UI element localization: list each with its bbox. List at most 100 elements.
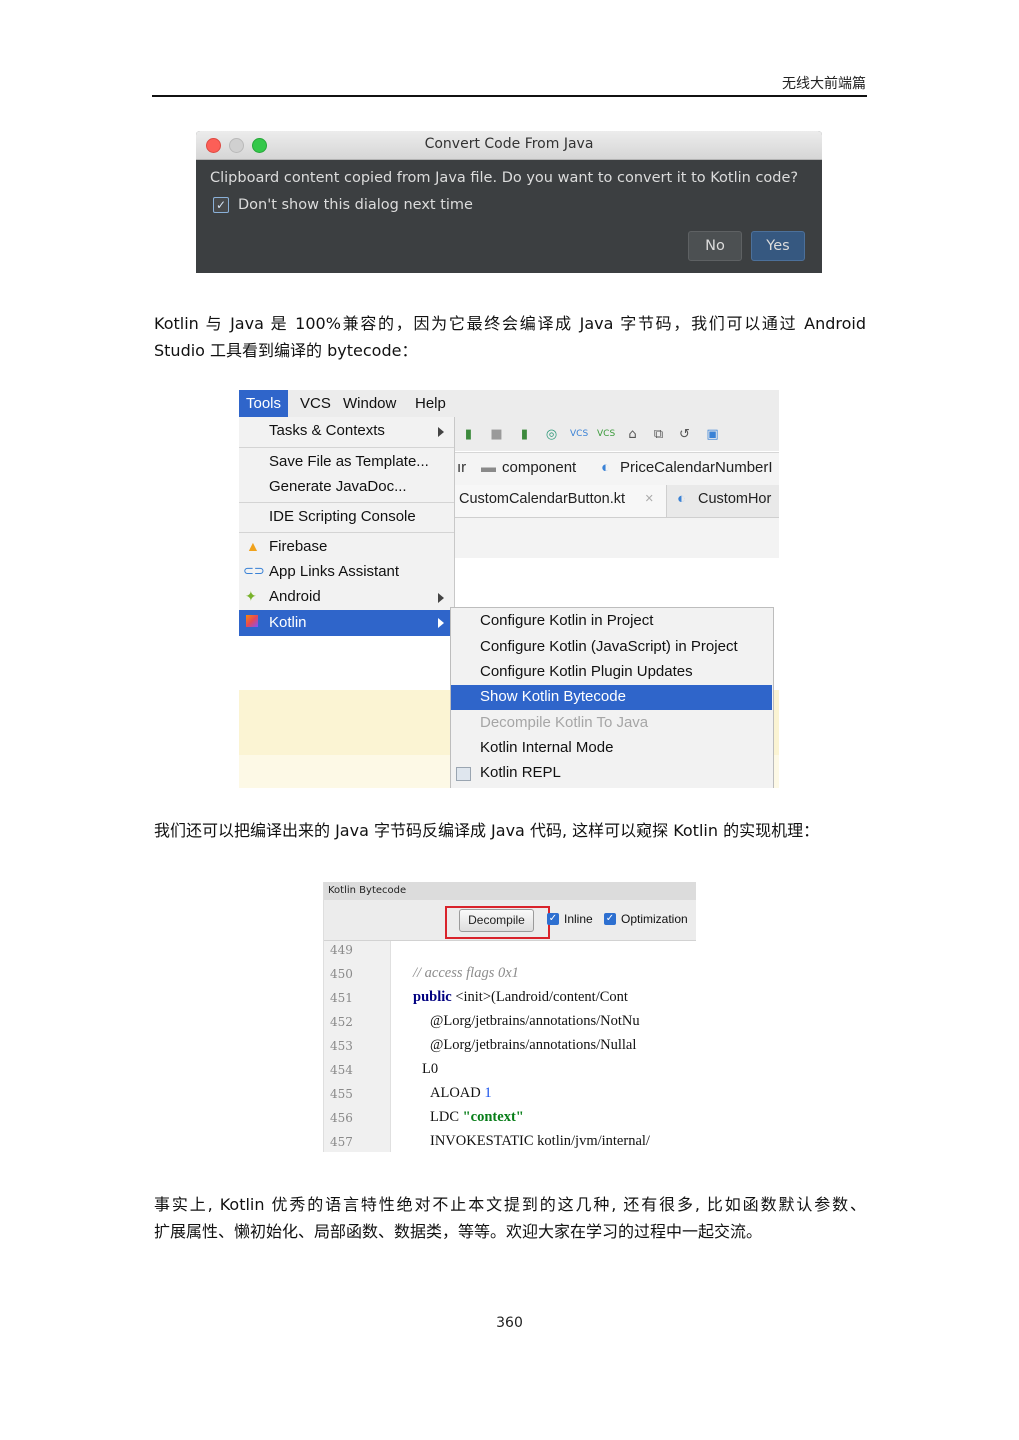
bytecode-panel-title: Kotlin Bytecode [324, 882, 696, 900]
paragraph-3-line-1: 事实上, Kotlin 优秀的语言特性绝对不止本文提到的这几种, 还有很多, 比… [154, 1195, 866, 1214]
submenu-arrow-icon [438, 593, 444, 603]
paragraph-2: 我们还可以把编译出来的 Java 字节码反编译成 Java 代码, 这样可以窥探… [154, 821, 820, 840]
menu-separator [239, 502, 454, 503]
page-number: 360 [496, 1315, 523, 1331]
optimization-label: Optimization [621, 912, 688, 926]
menu-tools[interactable]: Tools [239, 390, 289, 417]
dialog-title-bar: Convert Code From Java [196, 131, 822, 160]
menu-item-app-links-assistant[interactable]: App Links Assistant [269, 563, 399, 580]
breadcrumb-item[interactable]: ır [457, 459, 466, 476]
optimization-checkbox[interactable]: ✓ [604, 913, 616, 925]
submenu-kotlin-repl[interactable]: Kotlin REPL [480, 764, 561, 781]
dialog-title: Convert Code From Java [424, 136, 594, 152]
line-number-gutter: 449 450 451 452 453 454 455 456 457 [324, 941, 391, 1152]
editor-tab[interactable]: CustomCalendarButton.kt × [455, 485, 667, 517]
navigation-breadcrumb: ır ▬ component ◐ PriceCalendarNumberI [455, 452, 779, 486]
page-header-title: 无线大前端篇 [782, 76, 866, 92]
yes-button[interactable]: Yes [751, 231, 805, 261]
menu-item-kotlin[interactable]: Kotlin [239, 610, 454, 636]
line-number: 455 [330, 1087, 353, 1101]
code-line: ALOAD 1 [430, 1085, 492, 1102]
tab-label[interactable]: CustomHor [698, 491, 771, 507]
paragraph-1-line-1: Kotlin 与 Java 是 100%兼容的，因为它最终会编译成 Java 字… [154, 314, 866, 333]
line-number: 457 [330, 1135, 353, 1149]
firebase-icon: ▲ [246, 538, 260, 554]
class-icon: ◐ [601, 459, 611, 476]
submenu-internal-mode[interactable]: Kotlin Internal Mode [480, 739, 613, 756]
submenu-plugin-updates[interactable]: Configure Kotlin Plugin Updates [480, 663, 693, 680]
code-string: "context" [462, 1109, 524, 1125]
menu-item-ide-scripting-console[interactable]: IDE Scripting Console [269, 508, 416, 525]
vcs-commit-icon[interactable]: VCS [597, 427, 615, 442]
submenu-arrow-icon [438, 427, 444, 437]
line-number: 454 [330, 1063, 353, 1077]
breadcrumb-item[interactable]: component [502, 459, 576, 476]
repl-icon [456, 767, 471, 781]
project-structure-icon[interactable]: ▣ [705, 427, 720, 442]
submenu-arrow-icon [438, 618, 444, 628]
convert-code-dialog: Convert Code From Java Clipboard content… [196, 131, 822, 273]
history-icon[interactable]: ⌂ [625, 427, 640, 442]
no-button[interactable]: No [688, 231, 742, 261]
menu-separator [239, 447, 454, 448]
line-number: 453 [330, 1039, 353, 1053]
run-coverage-icon[interactable]: ▮ [517, 427, 532, 442]
code-line: public <init>(Landroid/content/Cont [413, 989, 628, 1006]
stop-icon[interactable]: ■ [489, 427, 504, 442]
dont-show-checkbox[interactable]: ✓ [213, 197, 229, 213]
submenu-configure-kotlin-js[interactable]: Configure Kotlin (JavaScript) in Project [480, 638, 738, 655]
menu-vcs[interactable]: VCS [300, 395, 331, 412]
paragraph-1-line-2: Studio 工具看到编译的 bytecode： [154, 341, 418, 360]
submenu-decompile-kotlin: Decompile Kotlin To Java [480, 714, 649, 731]
line-number: 456 [330, 1111, 353, 1125]
revert-icon[interactable]: ↺ [677, 427, 692, 442]
close-icon[interactable]: × [645, 491, 653, 507]
menu-item-tasks-contexts[interactable]: Tasks & Contexts [269, 422, 385, 439]
paragraph-3-line-2: 扩展属性、懒初始化、局部函数、数据类，等等。欢迎大家在学习的过程中一起交流。 [154, 1222, 763, 1241]
code-text: LDC [430, 1109, 463, 1125]
code-keyword: public [413, 989, 452, 1005]
breadcrumb-item[interactable]: PriceCalendarNumberI [620, 459, 773, 476]
line-number: 449 [330, 943, 353, 957]
dont-show-label: Don't show this dialog next time [238, 197, 473, 213]
menu-bar: Tools VCS Window Help [239, 390, 779, 418]
link-icon: ⊂⊃ [243, 563, 265, 578]
code-line: LDC "context" [430, 1109, 524, 1126]
code-line: L0 [422, 1061, 439, 1077]
compare-icon[interactable]: ⧉ [651, 427, 666, 442]
editor-tabs: CustomCalendarButton.kt × ◐ CustomHor [455, 485, 779, 518]
folder-icon: ▬ [481, 459, 496, 476]
kotlin-submenu: Configure Kotlin in Project Configure Ko… [450, 607, 774, 788]
menu-separator [239, 532, 454, 533]
tab-label: CustomCalendarButton.kt [459, 491, 626, 507]
menu-item-android[interactable]: Android [269, 588, 321, 605]
submenu-show-kotlin-bytecode[interactable]: Show Kotlin Bytecode [451, 685, 772, 710]
submenu-configure-kotlin[interactable]: Configure Kotlin in Project [480, 612, 653, 629]
vcs-update-icon[interactable]: VCS [570, 427, 588, 442]
android-icon: ✦ [245, 588, 257, 604]
menu-window[interactable]: Window [343, 395, 396, 412]
dialog-message: Clipboard content copied from Java file.… [210, 170, 799, 186]
editor-gutter-area [455, 518, 779, 558]
ide-tools-menu-screenshot: Tools VCS Window Help Tasks & Contexts S… [239, 390, 779, 788]
code-number: 1 [484, 1085, 492, 1101]
code-comment: // access flags 0x1 [413, 965, 519, 981]
menu-item-kotlin-label: Kotlin [269, 614, 307, 631]
inline-checkbox[interactable]: ✓ [547, 913, 559, 925]
submenu-show-kotlin-bytecode-label: Show Kotlin Bytecode [480, 688, 626, 705]
menu-item-generate-javadoc[interactable]: Generate JavaDoc... [269, 478, 407, 495]
menu-help[interactable]: Help [415, 395, 446, 412]
line-number: 451 [330, 991, 353, 1005]
line-number: 450 [330, 967, 353, 981]
menu-item-firebase[interactable]: Firebase [269, 538, 327, 555]
code-text: ALOAD [430, 1085, 485, 1101]
line-number: 452 [330, 1015, 353, 1029]
menu-item-save-template[interactable]: Save File as Template... [269, 453, 429, 470]
ide-toolbar: ▮ ■ ▮ ◎ VCS VCS ⌂ ⧉ ↺ ▣ [455, 417, 779, 451]
debug-icon[interactable]: ▮ [461, 427, 476, 442]
decompile-button[interactable]: Decompile [459, 909, 534, 932]
code-line: @Lorg/jetbrains/annotations/NotNu [430, 1013, 640, 1029]
sync-icon[interactable]: ◎ [544, 427, 559, 442]
kotlin-bytecode-panel: Kotlin Bytecode Decompile ✓ Inline ✓ Opt… [323, 882, 696, 1152]
code-text: <init>(Landroid/content/Cont [451, 989, 628, 1005]
